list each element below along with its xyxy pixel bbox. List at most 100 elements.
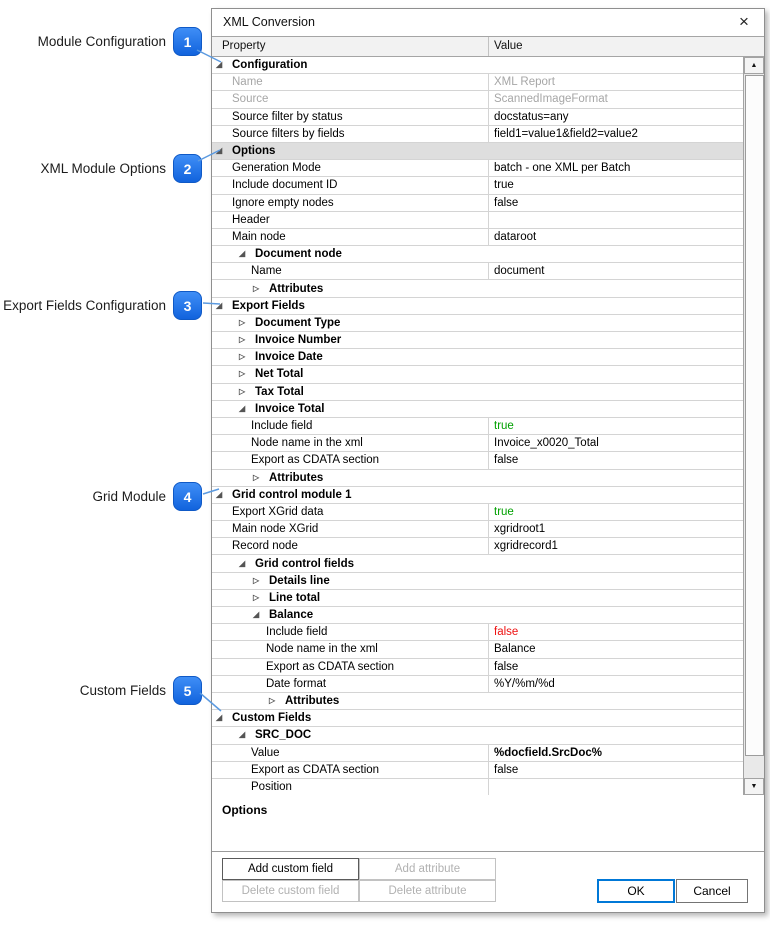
- grid-property-row[interactable]: Include field false: [212, 624, 743, 642]
- grid-section-row[interactable]: ◢ Options: [212, 142, 743, 161]
- scroll-up-icon[interactable]: ▲: [744, 57, 764, 74]
- property-value[interactable]: XML Report: [488, 74, 743, 91]
- property-value[interactable]: xgridrecord1: [488, 538, 743, 555]
- property-value[interactable]: ScannedImageFormat: [488, 91, 743, 108]
- grid-section-row[interactable]: ◢ Export Fields: [212, 298, 743, 315]
- property-value[interactable]: false: [488, 761, 743, 778]
- property-value[interactable]: batch - one XML per Batch: [488, 160, 743, 177]
- grid-property-row[interactable]: Date format %Y/%m/%d: [212, 675, 743, 693]
- grid-property-row[interactable]: Main node XGrid xgridroot1: [212, 521, 743, 539]
- grid-property-row[interactable]: Source ScannedImageFormat: [212, 91, 743, 109]
- collapse-triangle-icon[interactable]: ◢: [216, 710, 229, 726]
- grid-section-row[interactable]: ▷ Details line: [212, 573, 743, 590]
- grid-section-row[interactable]: ◢ Grid control module 1: [212, 487, 743, 504]
- grid-property-row[interactable]: Source filters by fields field1=value1&fi…: [212, 125, 743, 143]
- expand-triangle-icon[interactable]: ▷: [269, 693, 282, 709]
- grid-section-row[interactable]: ▷ Document Type: [212, 315, 743, 332]
- grid-section-row[interactable]: ▷ Attributes: [212, 280, 743, 298]
- grid-property-row[interactable]: Export as CDATA section false: [212, 658, 743, 676]
- grid-property-row[interactable]: Main node dataroot: [212, 228, 743, 247]
- dialog-titlebar[interactable]: XML Conversion ×: [212, 9, 764, 36]
- scroll-down-icon[interactable]: ▼: [744, 778, 764, 795]
- grid-section-row[interactable]: ◢ SRC_DOC: [212, 727, 743, 745]
- grid-section-row[interactable]: ◢ Grid control fields: [212, 555, 743, 573]
- add-attribute-button[interactable]: Add attribute: [359, 858, 496, 880]
- collapse-triangle-icon[interactable]: ◢: [216, 57, 229, 73]
- grid-section-row[interactable]: ▷ Net Total: [212, 366, 743, 384]
- column-header-value[interactable]: Value: [488, 37, 764, 56]
- grid-property-row[interactable]: Include field true: [212, 417, 743, 436]
- collapse-triangle-icon[interactable]: ◢: [216, 143, 229, 159]
- grid-section-row[interactable]: ▷ Line total: [212, 590, 743, 607]
- grid-section-row[interactable]: ▷ Attributes: [212, 693, 743, 711]
- column-header-property[interactable]: Property: [212, 37, 488, 56]
- property-value[interactable]: false: [488, 658, 743, 675]
- expand-triangle-icon[interactable]: ▷: [239, 384, 252, 400]
- grid-property-row[interactable]: Node name in the xml Balance: [212, 641, 743, 659]
- property-value[interactable]: false: [488, 452, 743, 469]
- expand-triangle-icon[interactable]: ▷: [239, 349, 252, 365]
- grid-section-row[interactable]: ◢ Document node: [212, 246, 743, 264]
- cancel-button[interactable]: Cancel: [676, 879, 748, 903]
- expand-triangle-icon[interactable]: ▷: [253, 281, 266, 297]
- property-value[interactable]: true: [488, 177, 743, 194]
- expand-triangle-icon[interactable]: ▷: [239, 332, 252, 348]
- grid-property-row[interactable]: Export as CDATA section false: [212, 452, 743, 470]
- collapse-triangle-icon[interactable]: ◢: [253, 607, 266, 623]
- expand-triangle-icon[interactable]: ▷: [253, 590, 266, 606]
- grid-property-row[interactable]: Ignore empty nodes false: [212, 194, 743, 212]
- grid-property-row[interactable]: Source filter by status docstatus=any: [212, 108, 743, 126]
- grid-property-row[interactable]: Name document: [212, 263, 743, 281]
- property-value[interactable]: document: [488, 263, 743, 280]
- grid-property-row[interactable]: Header: [212, 211, 743, 229]
- collapse-triangle-icon[interactable]: ◢: [239, 556, 252, 572]
- property-value[interactable]: [488, 778, 743, 795]
- property-value[interactable]: true: [488, 503, 743, 521]
- vertical-scrollbar[interactable]: ▲ ▼: [743, 57, 764, 795]
- grid-property-row[interactable]: Export XGrid data true: [212, 503, 743, 522]
- expand-triangle-icon[interactable]: ▷: [239, 366, 252, 382]
- close-icon[interactable]: ×: [734, 12, 754, 32]
- delete-attribute-button[interactable]: Delete attribute: [359, 880, 496, 902]
- property-value[interactable]: dataroot: [488, 228, 743, 246]
- property-value[interactable]: false: [488, 194, 743, 211]
- property-value[interactable]: true: [488, 417, 743, 435]
- collapse-triangle-icon[interactable]: ◢: [216, 487, 229, 503]
- property-value[interactable]: false: [488, 624, 743, 641]
- grid-section-row[interactable]: ▷ Invoice Number: [212, 332, 743, 350]
- collapse-triangle-icon[interactable]: ◢: [216, 298, 229, 314]
- grid-property-row[interactable]: Name XML Report: [212, 74, 743, 92]
- collapse-triangle-icon[interactable]: ◢: [239, 246, 252, 262]
- delete-custom-field-button[interactable]: Delete custom field: [222, 880, 359, 902]
- property-value[interactable]: [488, 211, 743, 228]
- grid-property-row[interactable]: Value %docfield.SrcDoc%: [212, 744, 743, 762]
- collapse-triangle-icon[interactable]: ◢: [239, 727, 252, 743]
- property-value[interactable]: xgridroot1: [488, 521, 743, 538]
- property-value[interactable]: %docfield.SrcDoc%: [488, 744, 743, 761]
- grid-section-row[interactable]: ◢ Configuration: [212, 57, 743, 75]
- expand-triangle-icon[interactable]: ▷: [239, 315, 252, 331]
- grid-property-row[interactable]: Position: [212, 778, 743, 795]
- property-value[interactable]: field1=value1&field2=value2: [488, 125, 743, 142]
- expand-triangle-icon[interactable]: ▷: [253, 470, 266, 486]
- property-value[interactable]: Balance: [488, 641, 743, 658]
- expand-triangle-icon[interactable]: ▷: [253, 573, 266, 589]
- grid-section-row[interactable]: ▷ Tax Total: [212, 384, 743, 401]
- property-value[interactable]: %Y/%m/%d: [488, 675, 743, 692]
- grid-section-row[interactable]: ◢ Custom Fields: [212, 710, 743, 728]
- property-value[interactable]: docstatus=any: [488, 108, 743, 125]
- grid-property-row[interactable]: Generation Mode batch - one XML per Batch: [212, 160, 743, 178]
- grid-section-row[interactable]: ◢ Invoice Total: [212, 401, 743, 418]
- scrollbar-thumb[interactable]: [745, 75, 764, 756]
- property-value[interactable]: Invoice_x0020_Total: [488, 435, 743, 452]
- grid-property-row[interactable]: Include document ID true: [212, 177, 743, 195]
- grid-property-row[interactable]: Node name in the xml Invoice_x0020_Total: [212, 435, 743, 453]
- grid-section-row[interactable]: ◢ Balance: [212, 607, 743, 625]
- grid-section-row[interactable]: ▷ Invoice Date: [212, 349, 743, 367]
- grid-property-row[interactable]: Record node xgridrecord1: [212, 538, 743, 556]
- collapse-triangle-icon[interactable]: ◢: [239, 401, 252, 417]
- add-custom-field-button[interactable]: Add custom field: [222, 858, 359, 880]
- grid-property-row[interactable]: Export as CDATA section false: [212, 761, 743, 779]
- ok-button[interactable]: OK: [597, 879, 675, 903]
- grid-section-row[interactable]: ▷ Attributes: [212, 470, 743, 487]
